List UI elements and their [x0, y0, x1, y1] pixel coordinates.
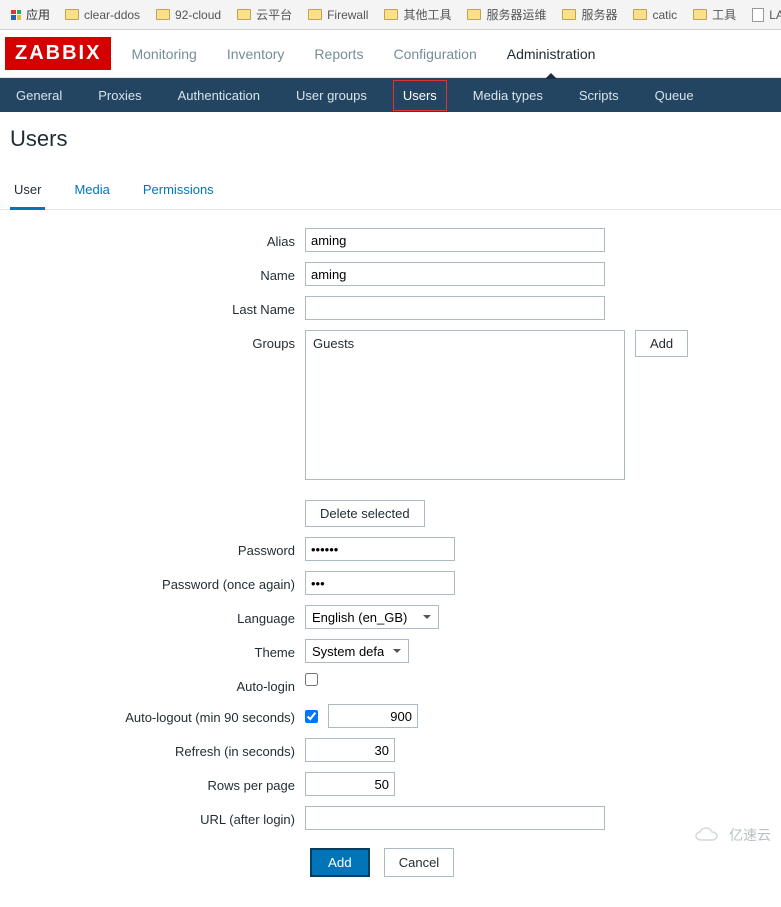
user-form: Alias Name Last Name Groups Guests Add D…: [0, 210, 781, 907]
auto-logout-input[interactable]: [328, 704, 418, 728]
nav-inventory[interactable]: Inventory: [227, 46, 285, 62]
subnav-general[interactable]: General: [6, 80, 72, 111]
page-title: Users: [10, 126, 771, 152]
label-theme: Theme: [10, 639, 305, 660]
tab-permissions[interactable]: Permissions: [139, 172, 218, 209]
bookmark-folder[interactable]: 服务器运维: [460, 6, 553, 23]
label-password: Password: [10, 537, 305, 558]
bookmark-folder[interactable]: 工具: [686, 6, 743, 23]
browser-bookmarks-bar: 应用 clear-ddos 92-cloud 云平台 Firewall 其他工具…: [0, 0, 781, 30]
auto-logout-checkbox[interactable]: [305, 710, 318, 723]
theme-select-wrap: System default: [305, 639, 409, 663]
label-language: Language: [10, 605, 305, 626]
subnav-user-groups[interactable]: User groups: [286, 80, 377, 111]
alias-input[interactable]: [305, 228, 605, 252]
subnav-authentication[interactable]: Authentication: [168, 80, 270, 111]
folder-icon: [65, 9, 79, 20]
sub-nav: General Proxies Authentication User grou…: [0, 78, 781, 112]
nav-monitoring[interactable]: Monitoring: [131, 46, 196, 62]
password-again-input[interactable]: [305, 571, 455, 595]
folder-icon: [308, 9, 322, 20]
tab-user[interactable]: User: [10, 172, 45, 210]
apps-icon: [11, 10, 21, 20]
nav-configuration[interactable]: Configuration: [393, 46, 476, 62]
bookmark-folder[interactable]: 其他工具: [377, 6, 458, 23]
add-group-button[interactable]: Add: [635, 330, 688, 357]
refresh-input[interactable]: [305, 738, 395, 762]
label-rows: Rows per page: [10, 772, 305, 793]
folder-icon: [467, 9, 481, 20]
folder-icon: [237, 9, 251, 20]
bookmark-folder[interactable]: catic: [626, 8, 684, 22]
bookmark-page[interactable]: LAX: [745, 8, 781, 22]
name-input[interactable]: [305, 262, 605, 286]
groups-listbox[interactable]: Guests: [305, 330, 625, 480]
language-select[interactable]: English (en_GB): [305, 605, 439, 629]
label-groups: Groups: [10, 330, 305, 351]
label-alias: Alias: [10, 228, 305, 249]
label-refresh: Refresh (in seconds): [10, 738, 305, 759]
label-auto-logout: Auto-logout (min 90 seconds): [10, 704, 305, 725]
page-header: Users: [0, 112, 781, 166]
bookmark-folder[interactable]: clear-ddos: [58, 8, 147, 22]
folder-icon: [384, 9, 398, 20]
label-name: Name: [10, 262, 305, 283]
subnav-scripts[interactable]: Scripts: [569, 80, 629, 111]
folder-icon: [633, 9, 647, 20]
cancel-button[interactable]: Cancel: [384, 848, 454, 877]
folder-icon: [693, 9, 707, 20]
subnav-proxies[interactable]: Proxies: [88, 80, 151, 111]
auto-login-checkbox[interactable]: [305, 673, 318, 686]
apps-shortcut[interactable]: 应用: [5, 6, 56, 23]
bookmark-folder[interactable]: 92-cloud: [149, 8, 228, 22]
zabbix-logo[interactable]: ZABBIX: [5, 37, 111, 70]
label-last-name: Last Name: [10, 296, 305, 317]
password-input[interactable]: [305, 537, 455, 561]
bookmark-folder[interactable]: Firewall: [301, 8, 375, 22]
bookmark-folder[interactable]: 服务器: [555, 6, 624, 23]
nav-administration[interactable]: Administration: [507, 46, 596, 62]
folder-icon: [562, 9, 576, 20]
subnav-queue[interactable]: Queue: [645, 80, 704, 111]
theme-select[interactable]: System default: [305, 639, 409, 663]
page-icon: [752, 8, 764, 22]
subnav-media-types[interactable]: Media types: [463, 80, 553, 111]
tabs: User Media Permissions: [0, 172, 781, 210]
last-name-input[interactable]: [305, 296, 605, 320]
url-input[interactable]: [305, 806, 605, 830]
top-bar: ZABBIX Monitoring Inventory Reports Conf…: [0, 30, 781, 78]
nav-reports[interactable]: Reports: [314, 46, 363, 62]
label-password2: Password (once again): [10, 571, 305, 592]
subnav-users[interactable]: Users: [393, 80, 447, 111]
rows-input[interactable]: [305, 772, 395, 796]
label-auto-login: Auto-login: [10, 673, 305, 694]
delete-selected-button[interactable]: Delete selected: [305, 500, 425, 527]
main-nav: Monitoring Inventory Reports Configurati…: [131, 46, 595, 62]
add-button[interactable]: Add: [310, 848, 370, 877]
apps-label: 应用: [26, 6, 50, 23]
folder-icon: [156, 9, 170, 20]
bookmark-folder[interactable]: 云平台: [230, 6, 299, 23]
tab-media[interactable]: Media: [70, 172, 113, 209]
label-url: URL (after login): [10, 806, 305, 827]
form-actions: Add Cancel: [310, 848, 771, 877]
group-item[interactable]: Guests: [311, 335, 619, 352]
language-select-wrap: English (en_GB): [305, 605, 439, 629]
